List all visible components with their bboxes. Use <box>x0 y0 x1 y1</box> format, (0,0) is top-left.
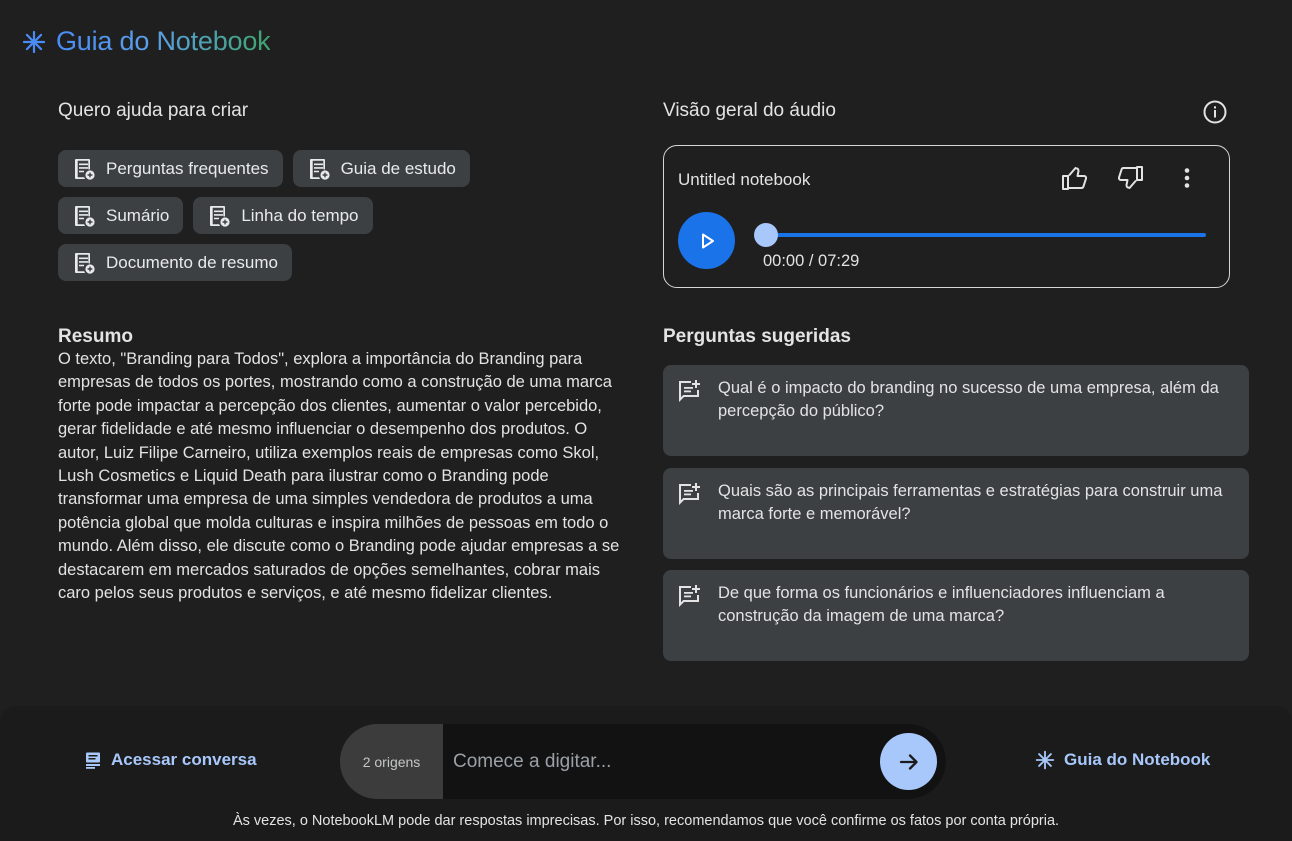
chat-add-icon <box>679 483 700 505</box>
notebook-guide-link[interactable]: Guia do Notebook <box>1035 750 1210 770</box>
create-heading: Quero ajuda para criar <box>58 100 249 121</box>
note-add-icon <box>210 205 230 227</box>
send-button[interactable] <box>880 733 937 790</box>
audio-progress-handle[interactable] <box>754 223 778 247</box>
chat-add-icon <box>679 585 700 607</box>
chat-add-icon <box>679 380 700 402</box>
chat-input-bar: 2 origens <box>340 724 946 799</box>
audio-heading: Visão geral do áudio <box>663 100 836 121</box>
chat-input[interactable] <box>443 724 946 799</box>
faq-chip[interactable]: Perguntas frequentes <box>58 150 283 187</box>
suggested-question-text: Quais são as principais ferramentas e es… <box>718 482 1223 524</box>
briefing-doc-chip-label: Documento de resumo <box>106 252 278 272</box>
briefing-doc-chip[interactable]: Documento de resumo <box>58 244 292 281</box>
timeline-chip-label: Linha do tempo <box>241 205 359 225</box>
page-title: Guia do Notebook <box>56 26 271 56</box>
thumb-up-icon[interactable] <box>1060 163 1090 193</box>
note-add-icon <box>309 158 330 180</box>
suggested-question[interactable]: De que forma os funcionários e influenci… <box>663 570 1249 661</box>
thumb-down-icon[interactable] <box>1115 163 1145 193</box>
study-guide-chip[interactable]: Guia de estudo <box>292 150 470 187</box>
suggested-question[interactable]: Qual é o impacto do branding no sucesso … <box>663 365 1249 456</box>
note-add-icon <box>75 158 95 180</box>
info-icon[interactable] <box>1202 99 1228 125</box>
sparkle-icon <box>1035 750 1055 770</box>
arrow-right-icon <box>899 753 918 770</box>
play-icon <box>701 233 714 248</box>
page-header: Guia do Notebook <box>22 26 271 57</box>
sparkle-icon <box>22 30 46 53</box>
access-chat-label: Acessar conversa <box>111 750 257 769</box>
audio-time: 00:00 / 07:29 <box>763 252 860 270</box>
notebook-guide-label: Guia do Notebook <box>1064 750 1211 769</box>
suggested-question-text: Qual é o impacto do branding no sucesso … <box>718 379 1219 421</box>
more-vert-icon[interactable] <box>1174 165 1200 191</box>
note-add-icon <box>75 252 95 274</box>
audio-progress-track[interactable] <box>764 233 1206 237</box>
summary-text: O texto, "Branding para Todos", explora … <box>58 350 620 603</box>
audio-notebook-title: Untitled notebook <box>678 170 811 189</box>
create-chips: Perguntas frequentes Guia de estudo Sumá… <box>58 150 518 281</box>
suggested-question-text: De que forma os funcionários e influenci… <box>718 584 1165 626</box>
timeline-chip[interactable]: Linha do tempo <box>193 197 373 234</box>
summary-chip[interactable]: Sumário <box>58 197 184 234</box>
audio-player-card: Untitled notebook 00:00 / 07:29 <box>663 145 1230 288</box>
summary-heading: Resumo <box>58 326 133 347</box>
note-add-icon <box>75 205 95 227</box>
disclaimer-text: Às vezes, o NotebookLM pode dar resposta… <box>232 813 1060 829</box>
suggested-question[interactable]: Quais são as principais ferramentas e es… <box>663 468 1249 559</box>
play-button[interactable] <box>678 212 735 269</box>
suggested-heading: Perguntas sugeridas <box>663 326 851 347</box>
study-guide-chip-label: Guia de estudo <box>340 158 456 178</box>
chat-footer: Acessar conversa 2 origens Guia do Noteb… <box>0 706 1292 841</box>
sources-chip[interactable]: 2 origens <box>340 724 443 799</box>
faq-chip-label: Perguntas frequentes <box>106 158 269 178</box>
summary-chip-label: Sumário <box>106 205 170 225</box>
chat-panel-icon <box>86 752 100 769</box>
access-chat-link[interactable]: Acessar conversa <box>84 750 257 770</box>
